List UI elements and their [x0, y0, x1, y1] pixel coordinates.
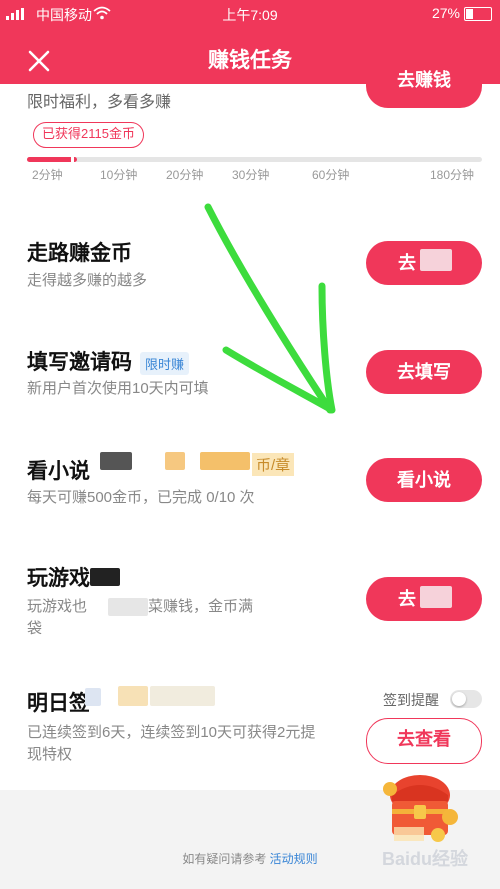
task-title-novel: 看小说	[27, 460, 90, 483]
task-desc-checkin: 已连续签到6天，连续签到10天可获得2元提现特权	[27, 724, 316, 763]
read-novel-button[interactable]: 看小说	[366, 458, 482, 502]
task-subtitle: 限时福利，多看多赚	[27, 94, 172, 111]
checkin-reminder-toggle[interactable]	[450, 690, 482, 708]
blurred-region	[420, 249, 452, 271]
progress-tick-label: 60分钟	[312, 168, 350, 182]
progress-tick-label: 2分钟	[32, 168, 63, 182]
task-title-game: 玩游戏	[27, 567, 90, 590]
footer-help-text: 如有疑问请参考	[182, 852, 267, 866]
walk-go-label: 去	[398, 253, 416, 273]
go-earn-button[interactable]: 去赚钱	[366, 68, 482, 108]
task-desc-game-line2: 袋	[27, 620, 43, 637]
progress-tick-label: 20分钟	[166, 168, 204, 182]
blurred-region	[200, 452, 250, 470]
blurred-region	[165, 452, 185, 470]
task-desc-game-line1b: 菜赚钱，金币满	[148, 598, 254, 615]
task-desc-novel: 每天可赚500金币，已完成 0/10 次	[27, 489, 255, 506]
progress-marker	[71, 156, 74, 163]
limited-tag: 限时赚	[140, 351, 190, 375]
progress-fill	[27, 157, 78, 162]
blurred-region	[100, 452, 132, 470]
checkin-reminder-label: 签到提醒	[383, 692, 439, 708]
blurred-region	[118, 686, 148, 706]
treasure-chest-icon[interactable]	[378, 765, 462, 849]
earned-coins-badge: 已获得2115金币	[33, 122, 144, 148]
baidu-watermark: Baidu经验	[382, 849, 469, 869]
task-desc-walk: 走得越多赚的越多	[27, 272, 148, 289]
activity-rules-link[interactable]: 活动规则	[270, 852, 318, 866]
battery-icon	[464, 7, 492, 21]
task-title-checkin: 明日签	[27, 692, 90, 715]
status-bar: 中国移动 上午7:09 27%	[0, 0, 500, 26]
game-go-label: 去	[398, 589, 416, 609]
task-title-walk: 走路赚金币	[27, 242, 132, 265]
task-title-invite: 填写邀请码 限时赚	[27, 346, 190, 376]
task-desc-game-line1a: 玩游戏也	[27, 598, 88, 615]
progress-tick-label: 30分钟	[232, 168, 270, 182]
task-title-invite-text: 填写邀请码	[27, 351, 132, 374]
blurred-region	[85, 688, 101, 706]
progress-tick-label: 10分钟	[100, 168, 138, 182]
blurred-region	[108, 598, 148, 616]
blurred-region	[90, 568, 120, 586]
view-checkin-button[interactable]: 去查看	[366, 718, 482, 764]
task-desc-invite: 新用户首次使用10天内可填	[27, 380, 209, 397]
progress-tick-label: 180分钟	[430, 168, 475, 182]
fill-invite-button[interactable]: 去填写	[366, 350, 482, 394]
blurred-region	[150, 686, 215, 706]
time-progress-bar	[27, 156, 482, 163]
go-earn-label: 去赚钱	[397, 70, 451, 90]
clock: 上午7:09	[222, 7, 278, 23]
blurred-region	[420, 586, 452, 608]
novel-reward-tag: 币/章	[252, 453, 295, 476]
battery-level: 27%	[431, 5, 460, 21]
